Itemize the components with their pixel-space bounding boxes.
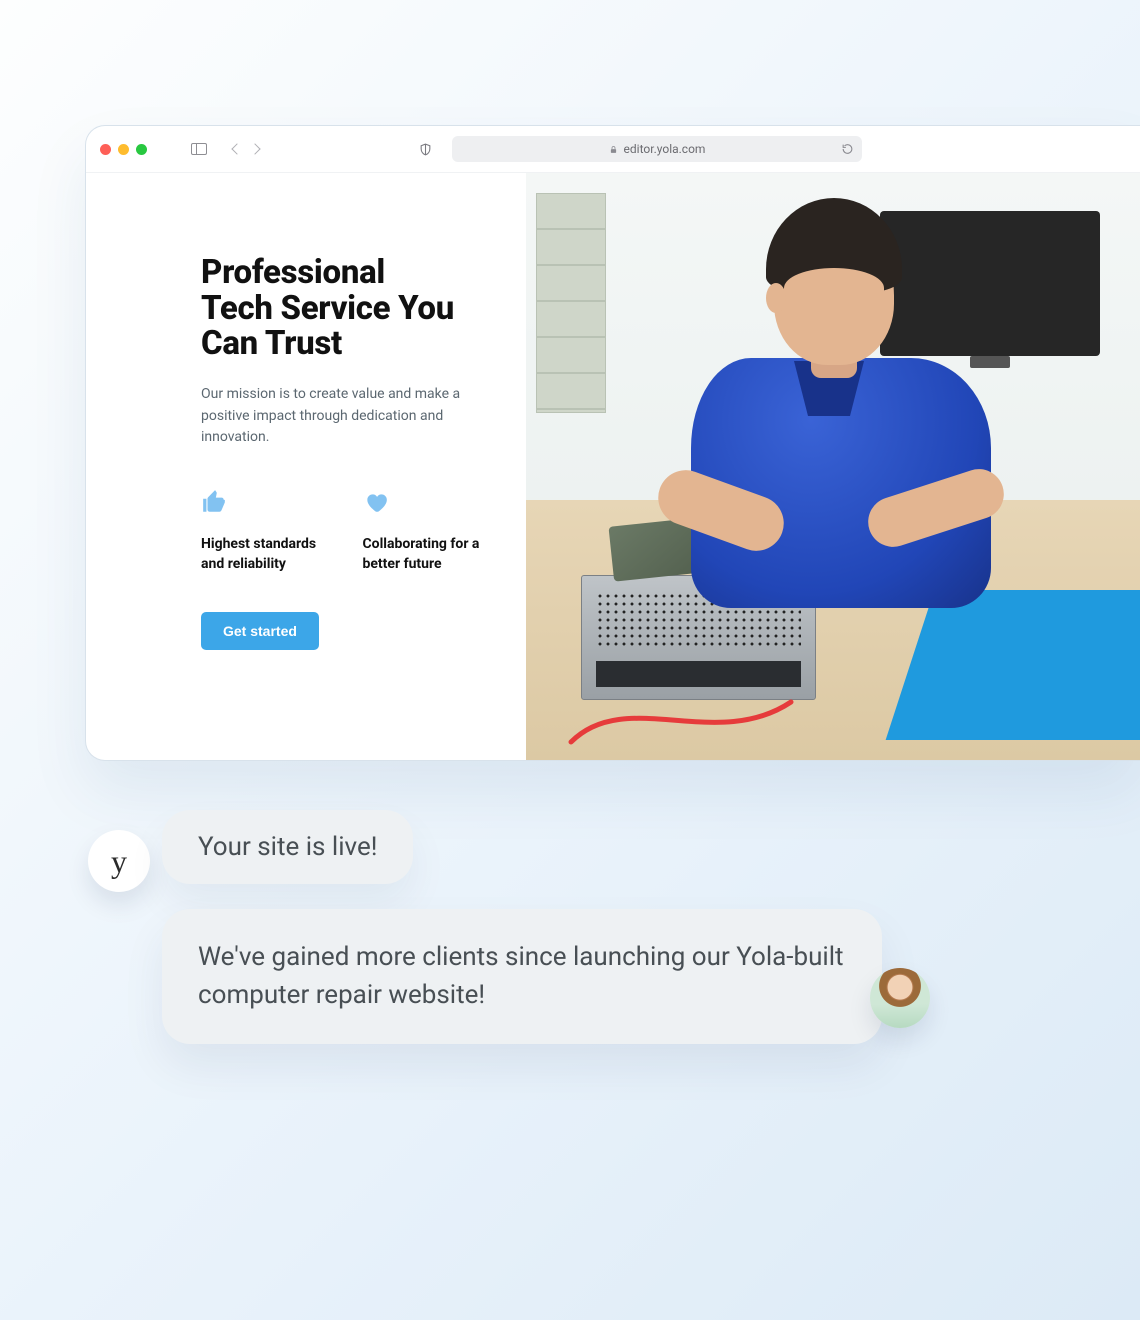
browser-window: editor.yola.com Professional Tech Servic… — [85, 125, 1140, 761]
privacy-shield-icon[interactable] — [419, 142, 432, 157]
feature-item: Highest standards and reliability — [201, 489, 325, 574]
chat-text: Your site is live! — [198, 832, 377, 862]
brand-avatar: y — [88, 830, 150, 892]
lock-icon — [609, 144, 618, 155]
sidebar-toggle-icon[interactable] — [191, 143, 207, 155]
browser-toolbar: editor.yola.com — [86, 126, 1140, 173]
thumbs-up-icon — [201, 489, 325, 515]
feature-label: Collaborating for a better future — [363, 535, 487, 574]
chat-bubble-system: Your site is live! — [162, 810, 413, 884]
window-controls — [100, 144, 147, 155]
hero-title-line: Professional — [201, 253, 385, 292]
feature-row: Highest standards and reliability Collab… — [201, 489, 486, 574]
chat-bubble-user: We've gained more clients since launchin… — [162, 909, 882, 1044]
close-window-button[interactable] — [100, 144, 111, 155]
feature-item: Collaborating for a better future — [363, 489, 487, 574]
reload-icon[interactable] — [841, 143, 854, 156]
hero-image — [526, 173, 1140, 760]
user-avatar — [870, 968, 930, 1028]
heart-icon — [363, 489, 487, 515]
hero-title: Professional Tech Service You Can Trust — [201, 255, 486, 362]
hero-title-line: Tech Service You — [201, 289, 454, 328]
hero-section: Professional Tech Service You Can Trust … — [86, 173, 526, 760]
minimize-window-button[interactable] — [118, 144, 129, 155]
forward-button[interactable] — [249, 143, 260, 154]
page-content: Professional Tech Service You Can Trust … — [86, 173, 1140, 760]
hero-subtitle: Our mission is to create value and make … — [201, 384, 461, 449]
brand-glyph: y — [111, 843, 127, 880]
back-button[interactable] — [231, 143, 242, 154]
chat-text: We've gained more clients since launchin… — [198, 942, 844, 1010]
nav-arrows — [233, 145, 259, 153]
hero-title-line: Can Trust — [201, 324, 342, 363]
get-started-button[interactable]: Get started — [201, 612, 319, 650]
zoom-window-button[interactable] — [136, 144, 147, 155]
address-bar[interactable]: editor.yola.com — [452, 136, 862, 162]
feature-label: Highest standards and reliability — [201, 535, 325, 574]
address-bar-text: editor.yola.com — [624, 142, 706, 156]
